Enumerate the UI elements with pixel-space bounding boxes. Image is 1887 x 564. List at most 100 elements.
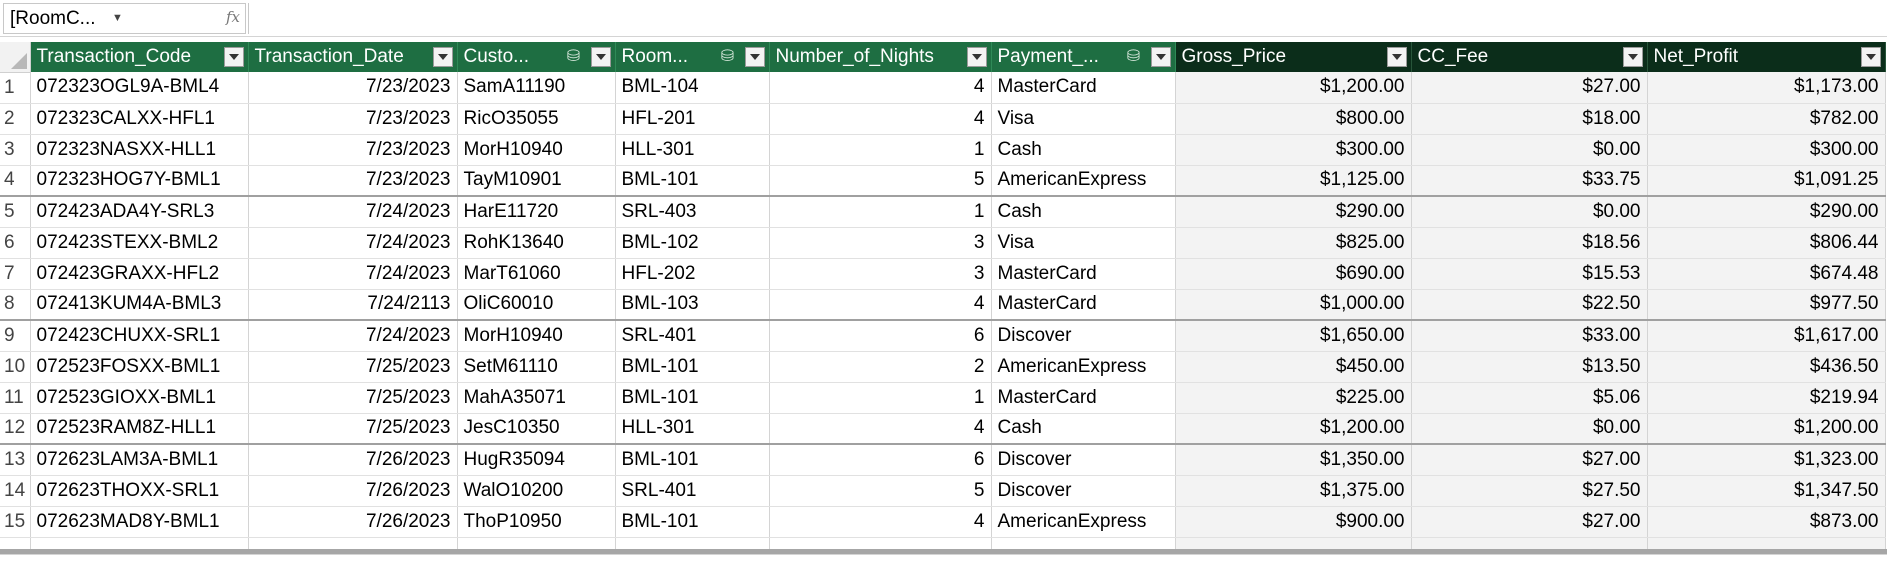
- table-cell[interactable]: RohK13640: [457, 227, 616, 259]
- table-cell[interactable]: MarT61060: [457, 258, 616, 290]
- table-cell[interactable]: RicO35055: [457, 103, 616, 135]
- filter-dropdown-icon[interactable]: [1150, 47, 1171, 67]
- table-cell[interactable]: $1,200.00: [1175, 413, 1412, 445]
- table-cell[interactable]: $27.00: [1411, 443, 1648, 476]
- table-cell[interactable]: Discover: [991, 319, 1176, 352]
- table-cell[interactable]: $22.50: [1411, 289, 1648, 321]
- row-number[interactable]: 15: [0, 506, 31, 538]
- table-cell[interactable]: 4: [769, 289, 992, 321]
- table-cell[interactable]: ThoP10950: [457, 506, 616, 538]
- table-cell[interactable]: 4: [769, 72, 992, 104]
- table-cell[interactable]: $27.00: [1411, 506, 1648, 538]
- table-cell[interactable]: SetM61110: [457, 351, 616, 383]
- row-number[interactable]: 6: [0, 227, 31, 259]
- table-cell[interactable]: BML-101: [615, 382, 770, 414]
- column-header[interactable]: Transaction_Code: [30, 42, 249, 72]
- table-cell[interactable]: 2: [769, 351, 992, 383]
- table-cell[interactable]: Cash: [991, 134, 1176, 166]
- table-cell[interactable]: HLL-301: [615, 413, 770, 445]
- table-cell[interactable]: 4: [769, 103, 992, 135]
- table-cell[interactable]: 4: [769, 506, 992, 538]
- table-cell[interactable]: 072323OGL9A-BML4: [30, 72, 249, 104]
- table-cell[interactable]: 072423GRAXX-HFL2: [30, 258, 249, 290]
- row-number[interactable]: 4: [0, 165, 31, 197]
- table-cell[interactable]: 1: [769, 195, 992, 228]
- table-cell[interactable]: $800.00: [1175, 103, 1412, 135]
- table-cell[interactable]: 7/24/2023: [248, 227, 458, 259]
- table-cell[interactable]: 7/23/2023: [248, 72, 458, 104]
- filter-dropdown-icon[interactable]: [966, 47, 987, 67]
- table-cell[interactable]: $27.00: [1411, 72, 1648, 104]
- table-cell[interactable]: 7/24/2023: [248, 195, 458, 228]
- table-cell[interactable]: BML-101: [615, 165, 770, 197]
- table-cell[interactable]: $1,125.00: [1175, 165, 1412, 197]
- table-cell[interactable]: $690.00: [1175, 258, 1412, 290]
- table-cell[interactable]: 4: [769, 413, 992, 445]
- table-cell[interactable]: 7/25/2023: [248, 382, 458, 414]
- table-cell[interactable]: BML-104: [615, 72, 770, 104]
- column-header[interactable]: Net_Profit: [1647, 42, 1886, 72]
- table-cell[interactable]: $450.00: [1175, 351, 1412, 383]
- table-cell[interactable]: BML-101: [615, 351, 770, 383]
- table-cell[interactable]: Discover: [991, 443, 1176, 476]
- table-cell[interactable]: 072523GIOXX-BML1: [30, 382, 249, 414]
- row-number[interactable]: 10: [0, 351, 31, 383]
- name-box[interactable]: [RoomC... ▼ fx: [3, 3, 246, 34]
- table-cell[interactable]: 3: [769, 258, 992, 290]
- table-cell[interactable]: AmericanExpress: [991, 165, 1176, 197]
- table-cell[interactable]: $1,200.00: [1647, 413, 1886, 445]
- column-header[interactable]: CC_Fee: [1411, 42, 1648, 72]
- table-cell[interactable]: 1: [769, 382, 992, 414]
- table-cell[interactable]: $0.00: [1411, 413, 1648, 445]
- row-number[interactable]: 3: [0, 134, 31, 166]
- table-cell[interactable]: $15.53: [1411, 258, 1648, 290]
- table-cell[interactable]: BML-101: [615, 506, 770, 538]
- row-number[interactable]: 14: [0, 475, 31, 507]
- table-cell[interactable]: TayM10901: [457, 165, 616, 197]
- table-cell[interactable]: BML-102: [615, 227, 770, 259]
- table-cell[interactable]: 072623THOXX-SRL1: [30, 475, 249, 507]
- table-cell[interactable]: 072413KUM4A-BML3: [30, 289, 249, 321]
- table-cell[interactable]: HugR35094: [457, 443, 616, 476]
- table-cell[interactable]: Visa: [991, 227, 1176, 259]
- filter-dropdown-icon[interactable]: [1860, 47, 1881, 67]
- table-cell[interactable]: 7/25/2023: [248, 413, 458, 445]
- table-cell[interactable]: MasterCard: [991, 258, 1176, 290]
- table-cell[interactable]: $13.50: [1411, 351, 1648, 383]
- table-cell[interactable]: 072423ADA4Y-SRL3: [30, 195, 249, 228]
- row-number[interactable]: 1: [0, 72, 31, 104]
- table-cell[interactable]: $290.00: [1175, 195, 1412, 228]
- table-cell[interactable]: $1,323.00: [1647, 443, 1886, 476]
- table-cell[interactable]: $977.50: [1647, 289, 1886, 321]
- table-cell[interactable]: MasterCard: [991, 382, 1176, 414]
- select-all-corner[interactable]: [0, 42, 31, 73]
- table-cell[interactable]: $18.56: [1411, 227, 1648, 259]
- table-cell[interactable]: BML-101: [615, 443, 770, 476]
- table-cell[interactable]: 3: [769, 227, 992, 259]
- table-cell[interactable]: MasterCard: [991, 72, 1176, 104]
- table-cell[interactable]: $18.00: [1411, 103, 1648, 135]
- filter-dropdown-icon[interactable]: [590, 47, 611, 67]
- table-cell[interactable]: 072323HOG7Y-BML1: [30, 165, 249, 197]
- table-cell[interactable]: 072323CALXX-HFL1: [30, 103, 249, 135]
- table-cell[interactable]: JesC10350: [457, 413, 616, 445]
- table-cell[interactable]: $290.00: [1647, 195, 1886, 228]
- table-cell[interactable]: 7/24/2023: [248, 319, 458, 352]
- table-cell[interactable]: 6: [769, 443, 992, 476]
- table-cell[interactable]: HFL-202: [615, 258, 770, 290]
- filter-dropdown-icon[interactable]: [1622, 47, 1643, 67]
- filter-dropdown-icon[interactable]: [223, 47, 244, 67]
- table-cell[interactable]: 7/26/2023: [248, 475, 458, 507]
- table-cell[interactable]: $300.00: [1647, 134, 1886, 166]
- table-cell[interactable]: $300.00: [1175, 134, 1412, 166]
- column-header[interactable]: Room... ⛁: [615, 42, 770, 72]
- table-cell[interactable]: $33.75: [1411, 165, 1648, 197]
- table-cell[interactable]: $782.00: [1647, 103, 1886, 135]
- table-cell[interactable]: $1,650.00: [1175, 319, 1412, 352]
- table-cell[interactable]: 7/24/2113: [248, 289, 458, 321]
- row-number[interactable]: 2: [0, 103, 31, 135]
- formula-input[interactable]: [252, 3, 1885, 34]
- table-cell[interactable]: 5: [769, 475, 992, 507]
- table-cell[interactable]: SamA11190: [457, 72, 616, 104]
- table-cell[interactable]: $1,091.25: [1647, 165, 1886, 197]
